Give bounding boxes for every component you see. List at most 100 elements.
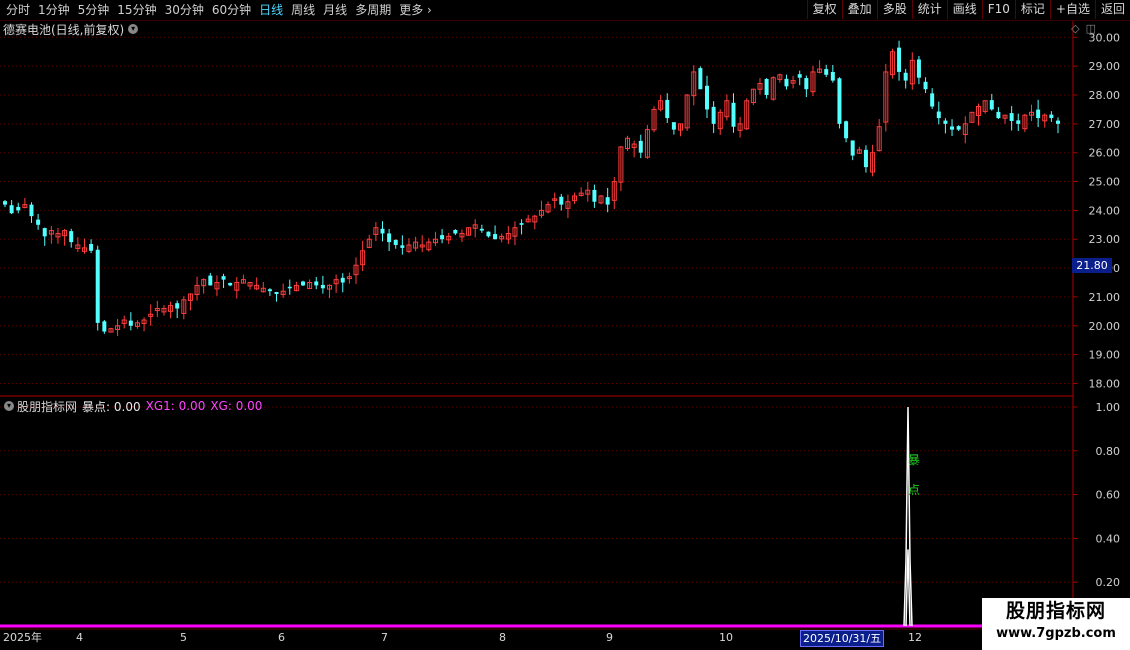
candle-body — [16, 206, 21, 211]
x-label: 9 — [606, 631, 613, 644]
candle — [240, 274, 246, 284]
candle — [711, 101, 716, 134]
candle — [598, 195, 604, 205]
candle-body — [671, 122, 676, 130]
kline-chart-area[interactable]: 30.0029.0028.0027.0026.0025.0024.0023.00… — [0, 0, 1130, 650]
candle — [757, 78, 763, 95]
price-tick-label: 19.00 — [1089, 349, 1121, 362]
candle — [260, 281, 266, 293]
candle — [962, 116, 968, 144]
draw-line-button[interactable]: 画线 — [946, 0, 982, 19]
overlay-button[interactable]: 叠加 — [841, 0, 877, 19]
restore-rights-button[interactable]: 复权 — [806, 0, 842, 19]
candle — [486, 231, 491, 238]
candle-body — [387, 233, 392, 243]
candle — [121, 315, 127, 329]
tab-period-2[interactable]: 1分钟 — [34, 0, 74, 20]
f10-button[interactable]: F10 — [981, 0, 1015, 19]
tab-period-4[interactable]: 15分钟 — [113, 0, 160, 20]
candle — [406, 238, 412, 254]
candle — [505, 226, 511, 245]
candle — [804, 75, 809, 98]
candle-body — [1056, 120, 1060, 124]
tab-period-weekly[interactable]: 周线 — [287, 0, 319, 20]
price-tick-label: 23.00 — [1089, 233, 1121, 246]
indicator-title-row: ▾ 股朋指标网 暴点: 0.00 XG1: 0.00 XG: 0.00 — [0, 398, 262, 414]
tab-period-6[interactable]: 60分钟 — [208, 0, 255, 20]
tab-period-monthly[interactable]: 月线 — [319, 0, 351, 20]
tab-period-3[interactable]: 5分钟 — [74, 0, 114, 20]
tab-period-daily[interactable]: 日线 — [255, 0, 287, 20]
chevron-down-icon[interactable]: ▾ — [4, 401, 14, 411]
period-tabs: 分时 1分钟 5分钟 15分钟 30分钟 60分钟 日线 周线 月线 多周期 更… — [2, 0, 436, 20]
candle — [274, 291, 279, 302]
panel-toggle-icon[interactable]: ◫ — [1086, 23, 1096, 35]
candle — [585, 181, 591, 202]
tab-more[interactable]: 更多 › — [395, 0, 436, 20]
candle — [181, 296, 187, 320]
candle — [824, 64, 829, 78]
candle-body — [519, 223, 524, 225]
candle — [671, 122, 676, 135]
candle-body — [42, 228, 47, 237]
candle — [400, 235, 405, 255]
candle-body — [897, 47, 902, 72]
candle — [850, 140, 855, 161]
indicator-tick-label: 0.80 — [1096, 445, 1121, 458]
candle — [393, 239, 398, 249]
candle — [62, 228, 68, 246]
indicator-name[interactable]: 股朋指标网 — [17, 398, 77, 415]
selected-date-label: 2025/10/31/五 — [800, 630, 885, 647]
candle-body — [29, 204, 34, 217]
candle — [810, 65, 816, 97]
candle — [366, 234, 372, 249]
indicator-tick-label: 0.60 — [1096, 489, 1121, 502]
candle — [22, 197, 28, 209]
date-axis: 2025年 4 5 6 7 8 9 10 11 12 — [0, 629, 1075, 647]
more-label: 更多 — [399, 3, 424, 17]
candle — [592, 184, 597, 208]
candle — [950, 119, 955, 137]
price-tick-label: 21.00 — [1089, 291, 1121, 304]
multi-stock-button[interactable]: 多股 — [876, 0, 912, 19]
chevron-down-icon[interactable]: ▾ — [128, 24, 139, 34]
tab-period-1[interactable]: 分时 — [2, 0, 34, 20]
candle — [1036, 99, 1041, 128]
candle-body — [479, 228, 484, 231]
back-button[interactable]: 返回 — [1094, 0, 1130, 19]
candle — [29, 202, 34, 223]
price-tick-label: 20.00 — [1089, 320, 1121, 333]
candle — [1029, 104, 1035, 122]
indicator-value-xg1: XG1: 0.00 — [145, 399, 206, 413]
current-price-tag: 21.80 — [1072, 258, 1112, 273]
candle — [684, 94, 690, 131]
signal-spike — [903, 406, 913, 627]
candle-body — [804, 78, 809, 90]
candle — [1042, 113, 1048, 128]
statistics-button[interactable]: 统计 — [911, 0, 947, 19]
candle — [446, 232, 452, 245]
candle-body — [95, 249, 100, 323]
add-watchlist-button[interactable]: +自选 — [1049, 0, 1095, 19]
tab-period-multi[interactable]: 多周期 — [351, 0, 395, 20]
x-label: 6 — [278, 631, 285, 644]
tab-period-5[interactable]: 30分钟 — [161, 0, 208, 20]
mark-button[interactable]: 标记 — [1014, 0, 1050, 19]
candle-body — [731, 102, 736, 127]
candle — [161, 305, 167, 316]
candle — [327, 284, 333, 299]
candle-body — [1009, 113, 1014, 121]
candle — [717, 109, 723, 135]
candle-body — [1036, 109, 1041, 119]
candle — [333, 274, 339, 293]
candle — [605, 187, 610, 213]
x-label: 2025年 — [3, 631, 42, 644]
candle — [499, 233, 505, 243]
chart-title: 德赛电池(日线,前复权) — [3, 22, 125, 37]
x-label: 5 — [180, 631, 187, 644]
candle — [909, 52, 915, 90]
candle — [1056, 117, 1060, 134]
diamond-icon[interactable]: ◇ — [1071, 23, 1079, 35]
indicator-tick-label: 1.00 — [1096, 401, 1121, 414]
candle — [89, 239, 94, 254]
